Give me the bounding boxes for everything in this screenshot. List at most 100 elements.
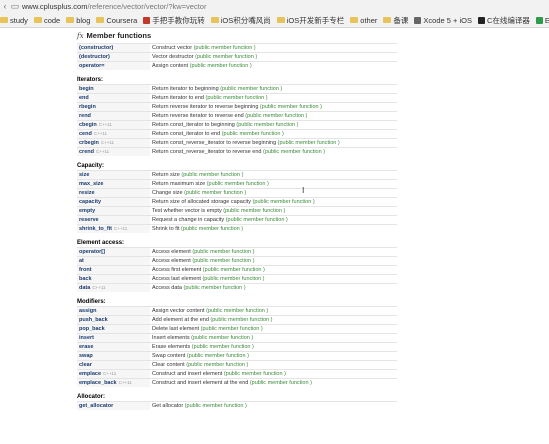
member-description: Clear content (public member function ) xyxy=(150,360,397,370)
member-description: Request a change in capacity (public mem… xyxy=(150,215,397,225)
table-row: emplace_back C++11 Construct and insert el… xyxy=(77,378,397,387)
member-link[interactable]: insert xyxy=(77,333,150,343)
bookmark-label: iOS开发新手专栏 xyxy=(286,15,345,25)
member-description: Access first element (public member func… xyxy=(150,265,397,275)
member-link[interactable]: emplace_back C++11 xyxy=(77,378,150,387)
member-functions-section: fx Member functions (constructor) Constru… xyxy=(77,30,397,410)
description-text: Access element xyxy=(152,258,191,264)
member-kind-tag: (public member function ) xyxy=(249,380,312,386)
bookmark-label: C在线编译器 xyxy=(486,15,530,25)
member-name: assign xyxy=(79,308,97,314)
member-table: assign Assign vector content (public memb… xyxy=(77,306,397,387)
table-row: clear Clear content (public member functi… xyxy=(77,360,397,370)
address-bar[interactable]: ‹ ▭ www.cplusplus.com/reference/vector/v… xyxy=(0,0,549,13)
bookmark-item[interactable]: code xyxy=(33,16,60,25)
member-description: Get allocator (public member function ) xyxy=(150,401,397,410)
back-arrow-icon[interactable]: ‹ xyxy=(0,0,10,13)
member-link[interactable]: resize xyxy=(77,188,150,198)
member-link[interactable]: (destructor) xyxy=(77,52,150,62)
member-description: Vector destructor (public member functio… xyxy=(150,52,397,62)
member-description: Return reverse iterator to reverse end (… xyxy=(150,111,397,121)
member-link[interactable]: max_size xyxy=(77,179,150,189)
member-description: Return reverse iterator to reverse begin… xyxy=(150,102,397,112)
url-field[interactable]: www.cplusplus.com/reference/vector/vecto… xyxy=(22,2,206,11)
member-link[interactable]: operator= xyxy=(77,61,150,70)
member-description: Assign vector content (public member fun… xyxy=(150,306,397,316)
bookmark-item[interactable]: 备课 xyxy=(383,15,408,26)
table-row: cbegin C++11 Return const_iterator to begi… xyxy=(77,120,397,130)
member-link[interactable]: assign xyxy=(77,306,150,316)
member-link[interactable]: pop_back xyxy=(77,324,150,334)
member-kind-tag: (public member function ) xyxy=(206,308,269,314)
member-kind-tag: (public member function ) xyxy=(191,344,254,350)
bookmark-item[interactable]: iOS开发新手专栏 xyxy=(276,15,345,26)
bookmark-item[interactable]: Coursera xyxy=(96,16,137,25)
section-header: fx Member functions xyxy=(77,30,397,41)
member-description: Erase elements (public member function ) xyxy=(150,342,397,352)
member-name: resize xyxy=(79,190,95,196)
description-text: Return const_reverse_iterator to reverse… xyxy=(152,140,277,146)
member-link[interactable]: at xyxy=(77,256,150,266)
member-name: begin xyxy=(79,86,94,92)
cpp11-badge: C++11 xyxy=(114,226,128,231)
group-heading: Iterators: xyxy=(77,77,104,83)
member-link[interactable]: erase xyxy=(77,342,150,352)
bookmark-label: blog xyxy=(76,15,91,25)
bookmark-item[interactable]: C在线编译器 xyxy=(477,15,530,26)
bookmark-item[interactable]: 手把手教你玩转 xyxy=(143,15,205,26)
member-link[interactable]: back xyxy=(77,274,150,284)
bookmark-item[interactable]: Xcode 5 + iOS xyxy=(414,16,472,25)
member-link[interactable]: reserve xyxy=(77,215,150,225)
table-row: operator= Assign content (public member f… xyxy=(77,61,397,70)
member-link[interactable]: begin xyxy=(77,84,150,94)
bookmark-item[interactable]: other xyxy=(350,16,377,25)
member-link[interactable]: rbegin xyxy=(77,102,150,112)
member-link[interactable]: size xyxy=(77,170,150,180)
green-favicon xyxy=(535,16,543,24)
member-link[interactable]: end xyxy=(77,93,150,103)
member-link[interactable]: front xyxy=(77,265,150,275)
member-link[interactable]: clear xyxy=(77,360,150,370)
cpp11-badge: C++11 xyxy=(100,140,115,145)
member-link[interactable]: empty xyxy=(77,206,150,216)
folder-icon xyxy=(0,17,8,23)
member-description: Construct and insert element at the end … xyxy=(150,378,397,387)
description-text: Get allocator xyxy=(152,403,184,409)
table-row: push_back Add element at the end (public … xyxy=(77,315,397,325)
table-row: back Access last element (public member f… xyxy=(77,274,397,284)
member-link[interactable]: crend C++11 xyxy=(77,147,150,156)
member-link[interactable]: rend xyxy=(77,111,150,121)
member-link[interactable]: get_allocator xyxy=(77,401,150,410)
description-text: Return const_iterator to beginning xyxy=(152,122,235,128)
apple-favicon xyxy=(414,16,422,24)
description-text: Add element at the end xyxy=(152,317,209,323)
table-row: crend C++11 Return const_reverse_iterator … xyxy=(77,147,397,156)
table-row: end Return iterator to end (public member… xyxy=(77,93,397,103)
bookmark-item[interactable]: blog xyxy=(66,16,90,25)
member-description: Construct and insert element (public mem… xyxy=(150,369,397,379)
member-link[interactable]: crbegin C++11 xyxy=(77,138,150,148)
bookmark-label: 备课 xyxy=(393,15,409,25)
member-kind-tag: (public member function ) xyxy=(192,249,255,255)
member-link[interactable]: data C++11 xyxy=(77,283,150,292)
member-link[interactable]: shrink_to_fit C++11 xyxy=(77,224,150,233)
description-text: Return maximum size xyxy=(152,181,206,187)
member-name: shrink_to_fit xyxy=(79,226,113,232)
member-link[interactable]: capacity xyxy=(77,197,150,207)
member-kind-tag: (public member function ) xyxy=(210,317,273,323)
member-link[interactable]: emplace C++11 xyxy=(77,369,150,379)
description-text: Delete last element xyxy=(152,326,200,332)
member-description: Construct vector (public member function… xyxy=(150,43,397,53)
member-link[interactable]: operator[] xyxy=(77,247,150,257)
member-link[interactable]: push_back xyxy=(77,315,150,325)
member-link[interactable]: swap xyxy=(77,351,150,361)
member-groups: (constructor) Construct vector (public me… xyxy=(77,43,397,410)
bookmark-item[interactable]: study xyxy=(0,16,28,25)
member-link[interactable]: cend C++11 xyxy=(77,129,150,139)
member-link[interactable]: cbegin C++11 xyxy=(77,120,150,130)
description-text: Insert elements xyxy=(152,335,190,341)
bookmark-item[interactable]: iOS积分嘴风尚 xyxy=(210,15,271,26)
member-kind-tag: (public member function ) xyxy=(193,45,256,51)
member-link[interactable]: (constructor) xyxy=(77,43,150,53)
bookmark-item[interactable]: E-Learning xyxy=(535,16,549,25)
